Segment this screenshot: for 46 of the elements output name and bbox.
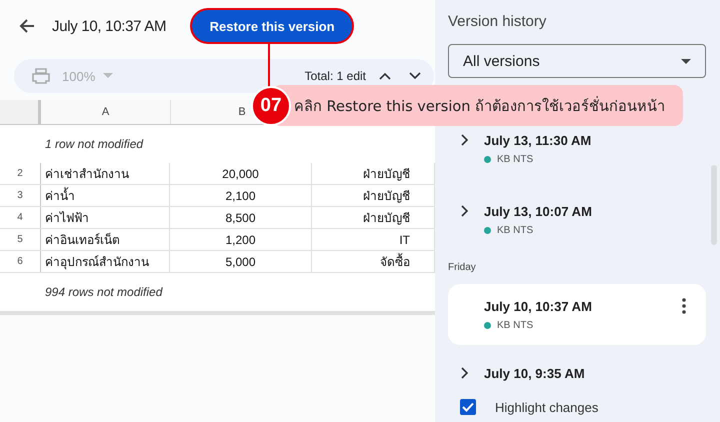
table-cell: ค่าเช่าสำนักงาน xyxy=(41,163,170,184)
table-cell: 20,000 xyxy=(170,163,312,184)
chevron-right-icon xyxy=(461,367,469,379)
unmodified-rows-note: 994 rows not modified xyxy=(45,285,162,299)
chevron-up-icon xyxy=(379,72,391,80)
version-title: July 10, 10:37 AM xyxy=(52,18,166,34)
highlight-checkbox[interactable] xyxy=(460,399,476,415)
caret-icon xyxy=(681,58,691,64)
table-cell: ค่าไฟฟ้า xyxy=(41,207,170,228)
version-filter-dropdown[interactable]: All versions xyxy=(448,44,706,78)
edit-total: Total: 1 edit xyxy=(304,69,366,83)
version-item[interactable]: July 13, 11:30 AM KB NTS xyxy=(448,130,706,169)
leader-line xyxy=(268,42,270,88)
version-time: July 10, 9:35 AM xyxy=(484,366,585,380)
chevron-right-icon xyxy=(461,205,469,217)
column-header: A xyxy=(41,100,171,124)
group-label: Friday xyxy=(448,262,477,275)
table-cell: ค่าอุปกรณ์สำนักงาน xyxy=(41,251,170,272)
unmodified-rows-note: 1 row not modified xyxy=(45,137,144,151)
panel-title: Version history xyxy=(448,13,548,30)
version-time: July 13, 10:07 AM xyxy=(484,204,592,218)
table-cell: 1,200 xyxy=(170,229,312,250)
chevron-right-icon xyxy=(461,134,469,146)
caret-icon xyxy=(103,73,114,79)
author-name: KB NTS xyxy=(497,225,534,236)
scrollbar[interactable] xyxy=(711,165,717,245)
version-time: July 13, 11:30 AM xyxy=(484,132,592,148)
author-name: KB NTS xyxy=(497,154,534,165)
table-cell: 5,000 xyxy=(170,251,312,272)
table-cell: 8,500 xyxy=(170,207,312,228)
restore-button[interactable]: Restore this version xyxy=(192,10,352,42)
chevron-down-icon xyxy=(409,72,421,80)
table-cell: ค่าอินเทอร์เน็ต xyxy=(41,229,170,250)
filter-value: All versions xyxy=(463,52,540,70)
version-item[interactable]: July 10, 9:35 AM xyxy=(448,363,706,387)
author-name: KB NTS xyxy=(497,320,534,331)
checkbox-label: Highlight changes xyxy=(495,400,598,414)
version-item[interactable]: July 13, 10:07 AM KB NTS xyxy=(448,201,706,240)
version-item[interactable]: July 10, 10:37 AM KB NTS xyxy=(448,284,706,345)
zoom-value: 100% xyxy=(62,68,96,84)
table-cell: 2,100 xyxy=(170,185,312,206)
print-icon xyxy=(32,68,50,84)
table-cell: ค่าน้ำ xyxy=(41,185,170,206)
more-options-icon xyxy=(682,298,686,314)
version-time: July 10, 10:37 AM xyxy=(484,298,592,314)
back-arrow-icon xyxy=(18,17,36,35)
